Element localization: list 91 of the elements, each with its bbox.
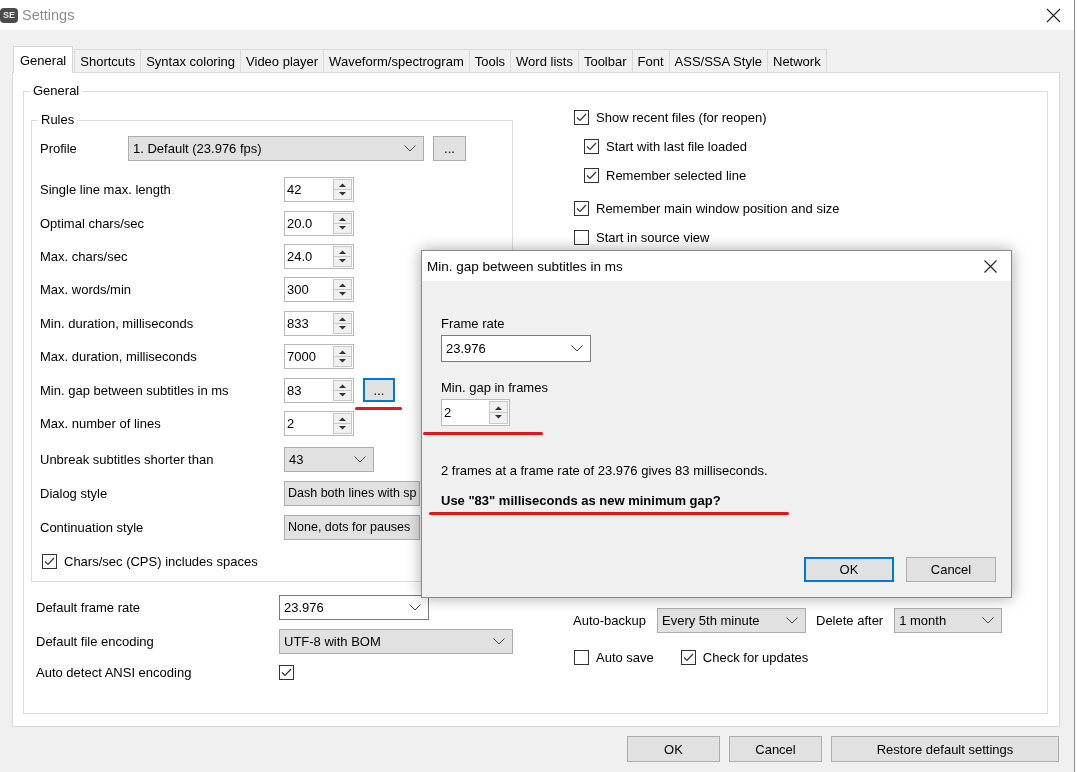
dropdown[interactable]: None, dots for pauses [284,514,420,540]
spin-arrows-icon[interactable] [333,379,352,401]
field-label: Optimal chars/sec [40,215,146,231]
field-label: Frame rate [441,316,505,332]
checkbox-label[interactable]: Remember main window position and size [596,201,840,216]
number-field[interactable]: 7000 [284,344,354,370]
dialog-button[interactable]: Cancel [906,557,996,582]
tab[interactable]: Syntax coloring [140,49,242,72]
checkbox[interactable] [574,649,589,665]
checkbox-label[interactable]: Check for updates [702,649,809,665]
dialog-button[interactable]: Cancel [729,736,822,762]
checkbox[interactable] [680,649,696,665]
dropdown[interactable]: 23.976 [279,594,429,620]
field-label: Single line max. length [40,182,172,198]
number-field[interactable]: 20.0 [284,210,354,236]
dialog-button[interactable]: OK [627,736,720,762]
number-field[interactable]: 300 [284,277,354,303]
field-label: Min. duration, milliseconds [40,315,195,331]
dialog-button[interactable]: OK [804,557,894,582]
field-label: Max. duration, milliseconds [40,349,198,365]
tab[interactable]: Video player [240,49,325,72]
field-label: Continuation style [40,519,145,535]
ellipsis-button[interactable]: ... [433,135,466,161]
chevron-down-icon [404,144,416,152]
chevron-down-icon [786,616,798,624]
checkbox-label[interactable]: Chars/sec (CPS) includes spaces [64,553,258,569]
checkbox-label[interactable]: Remember selected line [606,168,747,183]
field-label: Default file encoding [36,633,155,649]
field-label: Unbreak subtitles shorter than [40,451,215,467]
spin-arrows-icon[interactable] [333,412,352,434]
checkbox-label[interactable]: Start in source view [596,230,710,245]
dropdown[interactable]: UTF-8 with BOM [279,628,513,654]
tab[interactable]: General [13,46,74,73]
spin-arrows-icon[interactable] [333,245,352,267]
checkbox[interactable] [279,664,294,680]
tab[interactable]: Waveform/spectrogram [323,49,470,72]
field-label: Delete after [816,612,884,628]
checkbox[interactable] [584,139,599,154]
checkbox-label[interactable]: Start with last file loaded [606,139,747,154]
number-field[interactable]: 83 [284,377,354,403]
window-title: Settings [22,7,75,23]
checkbox[interactable] [42,553,57,569]
chevron-down-icon [409,603,421,611]
chevron-down-icon [493,637,505,645]
spin-arrows-icon[interactable] [333,179,352,201]
checkbox[interactable] [574,110,589,125]
dropdown[interactable]: 23.976 [441,335,591,362]
question-text: Use "83" milliseconds as new minimum gap? [441,493,721,509]
number-field[interactable]: 2 [284,410,354,436]
ellipsis-button[interactable]: ... [363,378,395,403]
dialog-button[interactable]: Restore default settings [831,736,1059,762]
field-label: Profile [40,140,78,156]
dropdown[interactable]: Dash both lines with sp [284,480,420,506]
field-label: Auto-backup [573,612,646,628]
result-text: 2 frames at a frame rate of 23.976 gives 83 milliseconds. [441,463,768,479]
spin-arrows-icon[interactable] [489,401,508,424]
field-label: Auto detect ANSI encoding [36,664,193,680]
close-icon[interactable] [1046,7,1061,23]
spin-arrows-icon[interactable] [333,212,352,234]
field-label: Max. words/min [40,282,133,298]
field-label: Min. gap in frames [441,380,548,396]
spin-arrows-icon[interactable] [333,346,352,368]
spin-arrows-icon[interactable] [333,312,352,334]
dropdown[interactable]: 43 [284,446,374,472]
checkbox[interactable] [584,168,599,183]
tab[interactable]: Shortcuts [74,49,142,72]
field-label: Max. number of lines [40,415,162,431]
close-icon[interactable] [984,259,997,273]
chevron-down-icon [354,455,366,463]
field-label: Max. chars/sec [40,248,129,264]
number-field[interactable]: 2 [441,399,510,426]
field-label: Dialog style [40,485,109,501]
number-field[interactable]: 42 [284,177,354,203]
dialog-title: Min. gap between subtitles in ms [427,258,623,274]
app-logo: SE [0,7,18,23]
checkbox[interactable] [574,230,589,245]
dropdown[interactable]: Every 5th minute [657,607,806,633]
dropdown[interactable]: 1 month [894,607,1003,633]
tab[interactable]: ASS/SSA Style [668,49,768,72]
checkbox-label[interactable]: Auto save [596,649,654,665]
checkbox[interactable] [574,201,589,216]
chevron-down-icon [571,345,583,352]
number-field[interactable]: 833 [284,310,354,336]
field-label: Min. gap between subtitles in ms [40,382,230,398]
chevron-down-icon [982,616,995,624]
checkbox-label[interactable]: Show recent files (for reopen) [596,110,767,125]
tab[interactable]: Network [767,49,827,72]
number-field[interactable]: 24.0 [284,243,354,269]
spin-arrows-icon[interactable] [333,279,352,301]
dropdown[interactable]: 1. Default (23.976 fps) [128,135,424,161]
field-label: Default frame rate [36,599,142,615]
